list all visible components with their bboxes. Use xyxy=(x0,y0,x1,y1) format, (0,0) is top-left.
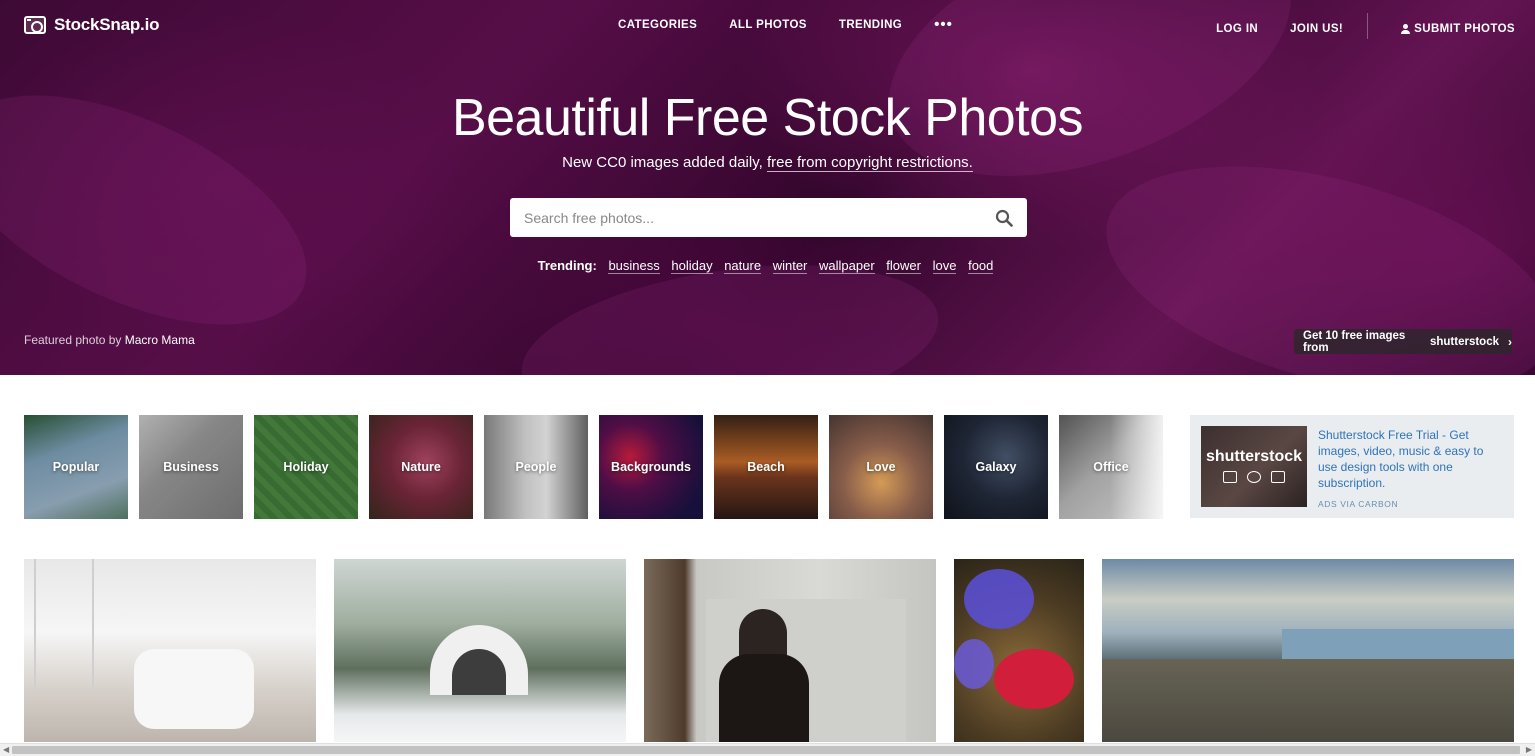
scroll-right-icon[interactable]: ▶ xyxy=(1526,745,1532,754)
category-holiday[interactable]: Holiday xyxy=(254,415,358,519)
photo-detail xyxy=(954,639,994,689)
photo-detail xyxy=(134,649,254,729)
photo-detail xyxy=(1282,629,1514,659)
category-nature[interactable]: Nature xyxy=(369,415,473,519)
category-label: Nature xyxy=(401,460,441,474)
category-label: Backgrounds xyxy=(611,460,691,474)
category-beach[interactable]: Beach xyxy=(714,415,818,519)
shutterstock-cta-button[interactable]: Get 10 free images from shutterstock › xyxy=(1294,329,1512,354)
category-backgrounds[interactable]: Backgrounds xyxy=(599,415,703,519)
trending-tag[interactable]: nature xyxy=(724,258,762,274)
category-love[interactable]: Love xyxy=(829,415,933,519)
join-link[interactable]: JOIN US! xyxy=(1290,23,1343,35)
trending-tag[interactable]: holiday xyxy=(671,258,713,274)
scroll-left-icon[interactable]: ◀ xyxy=(3,745,9,754)
bridge-opening xyxy=(452,649,506,695)
ad-media-icons xyxy=(1223,471,1285,483)
ad-via-link[interactable]: ADS VIA CARBON xyxy=(1318,499,1398,509)
category-label: Holiday xyxy=(283,460,329,474)
photo-detail xyxy=(719,654,809,742)
photo-detail xyxy=(964,569,1034,629)
nav-categories[interactable]: CATEGORIES xyxy=(618,19,697,31)
scrollbar-thumb[interactable] xyxy=(12,746,1520,754)
category-label: Business xyxy=(163,460,219,474)
trending-tags: Trending: business holiday nature winter… xyxy=(0,258,1535,274)
camera-icon xyxy=(24,16,46,34)
ad-image[interactable]: shutterstock xyxy=(1201,426,1307,507)
category-label: Love xyxy=(866,460,896,474)
photo-purple-red-flowers[interactable] xyxy=(954,559,1084,742)
carbon-ad[interactable]: shutterstock Shutterstock Free Trial - G… xyxy=(1190,415,1514,518)
main-menu: CATEGORIES ALL PHOTOS TRENDING ••• xyxy=(618,17,953,32)
trending-tag[interactable]: winter xyxy=(772,258,808,274)
top-navigation: StockSnap.io CATEGORIES ALL PHOTOS TREND… xyxy=(0,0,1535,52)
more-menu-icon[interactable]: ••• xyxy=(934,17,953,32)
category-label: Office xyxy=(1093,460,1129,474)
category-popular[interactable]: Popular xyxy=(24,415,128,519)
copyright-link[interactable]: free from copyright restrictions. xyxy=(766,154,973,172)
hero-subtitle: New CC0 images added daily, free from co… xyxy=(0,154,1535,172)
search-input[interactable] xyxy=(524,198,984,237)
photo-covered-bridge[interactable] xyxy=(334,559,626,742)
featured-prefix: Featured photo by xyxy=(24,333,125,347)
site-logo[interactable]: StockSnap.io xyxy=(24,15,159,35)
music-icon xyxy=(1247,471,1261,483)
category-business[interactable]: Business xyxy=(139,415,243,519)
category-label: Beach xyxy=(747,460,785,474)
nav-all-photos[interactable]: ALL PHOTOS xyxy=(729,19,807,31)
category-label: People xyxy=(515,460,557,474)
featured-credit: Featured photo by Macro Mama xyxy=(24,333,195,347)
hero-overlay xyxy=(0,0,1535,375)
category-people[interactable]: People xyxy=(484,415,588,519)
search-icon[interactable] xyxy=(995,209,1013,227)
ad-text-link[interactable]: Shutterstock Free Trial - Get images, vi… xyxy=(1318,427,1504,491)
trending-tag[interactable]: love xyxy=(932,258,957,274)
photo-detail xyxy=(994,649,1074,709)
logo-text: StockSnap.io xyxy=(54,15,160,34)
category-row: Popular Business Holiday Nature People B… xyxy=(24,415,1163,519)
trending-tag[interactable]: flower xyxy=(886,258,921,274)
category-galaxy[interactable]: Galaxy xyxy=(944,415,1048,519)
submit-photos-label: SUBMIT PHOTOS xyxy=(1414,23,1515,35)
category-label: Popular xyxy=(52,460,100,474)
window-frame xyxy=(34,559,94,689)
photo-coastline[interactable] xyxy=(1102,559,1514,742)
photo-couple-laptop[interactable] xyxy=(24,559,316,742)
shutterstock-brand: shutterstock xyxy=(1429,335,1499,348)
hero-subtitle-text: New CC0 images added daily, xyxy=(562,154,767,171)
camera-icon xyxy=(1223,471,1237,483)
category-label: Galaxy xyxy=(975,460,1017,474)
nav-divider xyxy=(1367,13,1369,39)
user-icon xyxy=(1400,24,1411,34)
hero-title: Beautiful Free Stock Photos xyxy=(451,89,1084,147)
photo-woman-wall[interactable] xyxy=(644,559,936,742)
trending-label: Trending: xyxy=(537,258,597,273)
nav-trending[interactable]: TRENDING xyxy=(839,19,902,31)
login-link[interactable]: LOG IN xyxy=(1216,23,1258,35)
chevron-right-icon: › xyxy=(1508,334,1512,349)
hero-banner: StockSnap.io CATEGORIES ALL PHOTOS TREND… xyxy=(0,0,1535,375)
play-icon xyxy=(1271,471,1285,483)
search-box xyxy=(510,198,1027,237)
submit-photos-link[interactable]: SUBMIT PHOTOS xyxy=(1400,23,1515,35)
trending-tag[interactable]: business xyxy=(608,258,660,274)
shutterstock-cta-text: Get 10 free images from xyxy=(1303,329,1406,354)
featured-author-link[interactable]: Macro Mama xyxy=(125,333,195,347)
photo-detail xyxy=(1102,659,1514,742)
ad-brand: shutterstock xyxy=(1205,448,1303,465)
trending-tag[interactable]: wallpaper xyxy=(819,258,875,274)
horizontal-scrollbar[interactable]: ◀ ▶ xyxy=(0,743,1535,756)
account-menu: LOG IN JOIN US! SUBMIT PHOTOS xyxy=(1184,13,1515,39)
trending-tag[interactable]: food xyxy=(968,258,994,274)
